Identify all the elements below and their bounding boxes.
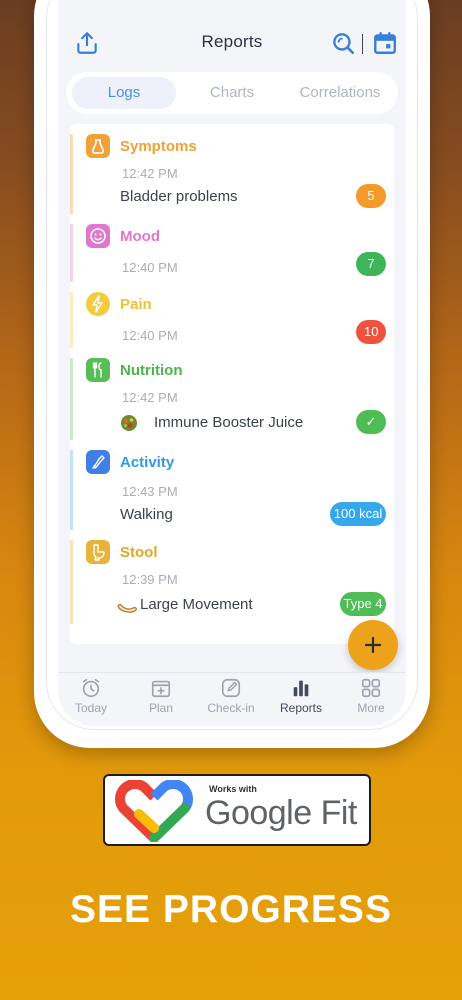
works-with-label: Works with — [209, 784, 257, 794]
nav-reports[interactable]: Reports — [270, 677, 332, 725]
google-fit-badge: Works with Google Fit — [103, 774, 371, 846]
edit-icon — [221, 678, 241, 698]
nav-label: Today — [74, 701, 108, 715]
entry-description: Immune Booster Juice — [154, 414, 304, 431]
entry-time: 12:39 PM — [122, 572, 178, 587]
entry-category: Stool — [120, 544, 158, 561]
entry-category: Nutrition — [120, 362, 183, 379]
header-divider — [362, 34, 363, 54]
entry-category: Activity — [120, 454, 175, 471]
bladder-icon — [86, 134, 110, 158]
entry-time: 12:40 PM — [122, 260, 178, 275]
pain-badge: 10 — [356, 320, 386, 344]
plus-icon — [364, 636, 382, 654]
tab-correlations[interactable]: Correlations — [288, 77, 392, 109]
alarm-clock-icon — [82, 678, 100, 698]
mood-badge: 7 — [356, 252, 386, 276]
nav-plan[interactable]: Plan — [130, 677, 192, 725]
log-entry-nutrition[interactable]: Nutrition 12:42 PM Immune Booster Juice … — [70, 358, 394, 440]
calories-badge: 100 kcal — [330, 502, 386, 526]
entry-category: Mood — [120, 228, 160, 245]
log-entry-activity[interactable]: Activity 12:43 PM Walking 100 kcal — [70, 450, 394, 530]
promo-headline: SEE PROGRESS — [70, 888, 392, 931]
nav-today[interactable]: Today — [60, 677, 122, 725]
entry-accent-bar — [70, 450, 73, 530]
toilet-icon — [86, 540, 110, 564]
app-screen: Reports Logs Charts Correlations Symptom… — [58, 0, 406, 726]
entry-accent-bar — [70, 292, 73, 348]
search-icon[interactable] — [330, 30, 356, 56]
entry-accent-bar — [70, 134, 73, 214]
stool-type-badge: Type 4 — [340, 592, 386, 616]
log-entry-mood[interactable]: Mood 12:40 PM 7 — [70, 224, 394, 282]
entry-time: 12:43 PM — [122, 484, 178, 499]
entry-time: 12:42 PM — [122, 166, 178, 181]
nav-label: Reports — [279, 701, 323, 715]
log-entry-stool[interactable]: Stool 12:39 PM Large Movement Type 4 — [70, 540, 394, 624]
smiley-icon — [86, 224, 110, 248]
entry-time: 12:42 PM — [122, 390, 178, 405]
entry-accent-bar — [70, 224, 73, 282]
log-list: Symptoms 12:42 PM Bladder problems 5 Moo… — [70, 124, 394, 644]
add-entry-button[interactable] — [348, 620, 398, 670]
nav-label: Plan — [148, 701, 174, 715]
app-header: Reports — [58, 20, 406, 64]
entry-accent-bar — [70, 358, 73, 440]
entry-category: Symptoms — [120, 138, 197, 155]
severity-badge: 5 — [356, 184, 386, 208]
entry-category: Pain — [120, 296, 152, 313]
nav-label: Check-in — [207, 701, 255, 715]
check-badge: ✓ — [356, 410, 386, 434]
entry-time: 12:40 PM — [122, 328, 178, 343]
utensils-icon — [86, 358, 110, 382]
segment-tabs: Logs Charts Correlations — [66, 72, 398, 114]
entry-description: Bladder problems — [120, 188, 238, 205]
log-entry-symptoms[interactable]: Symptoms 12:42 PM Bladder problems 5 — [70, 134, 394, 214]
stool-shape-icon — [117, 603, 137, 613]
bottom-nav: Today Plan Check-in Reports More — [58, 672, 406, 726]
nav-label: More — [357, 701, 385, 715]
nav-check-in[interactable]: Check-in — [200, 677, 262, 725]
calendar-icon[interactable] — [372, 30, 398, 56]
nav-more[interactable]: More — [340, 677, 402, 725]
shoe-icon — [86, 450, 110, 474]
tab-logs[interactable]: Logs — [72, 77, 176, 109]
grid-icon — [361, 678, 381, 698]
google-fit-wordmark: Google Fit — [205, 794, 357, 832]
log-entry-pain[interactable]: Pain 12:40 PM 10 — [70, 292, 394, 348]
bar-chart-icon — [293, 680, 309, 697]
google-fit-logo — [115, 780, 193, 842]
juice-icon — [121, 415, 137, 431]
lightning-icon — [86, 292, 110, 316]
plan-add-icon — [151, 680, 171, 698]
tab-charts[interactable]: Charts — [182, 77, 282, 109]
entry-accent-bar — [70, 540, 73, 624]
entry-description: Large Movement — [140, 596, 253, 613]
entry-description: Walking — [120, 506, 173, 523]
